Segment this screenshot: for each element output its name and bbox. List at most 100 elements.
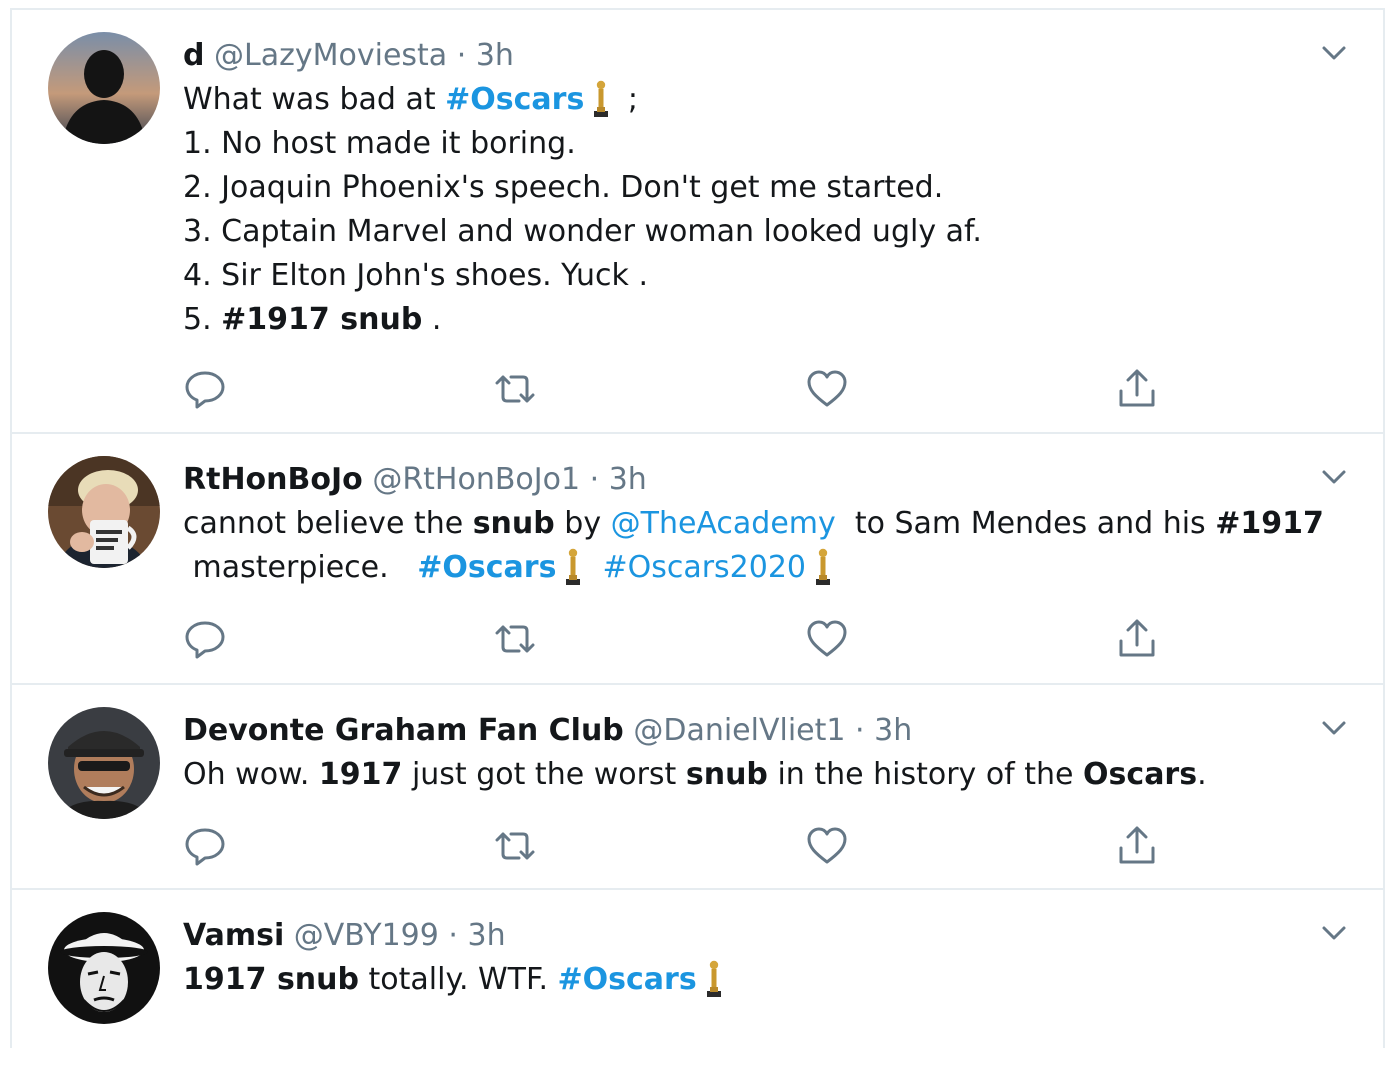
heart-icon: [807, 620, 847, 657]
tweet-body: Devonte Graham Fan Club @DanielVliet1 · …: [183, 709, 1343, 797]
tweet-text: Oh wow. 1917 just got the worst snub in …: [183, 753, 1343, 797]
tweet-actions: [12, 367, 1383, 411]
reply-button[interactable]: [183, 367, 227, 411]
tweet[interactable]: RtHonBoJo @RtHonBoJo1 · 3h cannot believ…: [12, 434, 1383, 685]
text-line: masterpiece. #Oscars #Oscars2020: [183, 546, 1343, 590]
avatar[interactable]: [48, 456, 160, 568]
text-run: ;: [618, 82, 638, 117]
chevron-down-icon[interactable]: [1319, 462, 1349, 492]
like-button[interactable]: [805, 824, 849, 868]
text-line: 4. Sir Elton John's shoes. Yuck .: [183, 258, 648, 293]
chevron-down-icon[interactable]: [1319, 713, 1349, 743]
tweet-actions: [12, 824, 1383, 868]
hashtag-link[interactable]: #Oscars: [417, 550, 556, 585]
avatar[interactable]: [48, 912, 160, 1024]
hashtag-link[interactable]: #Oscars: [445, 82, 584, 117]
text-run: by: [554, 506, 611, 541]
bold-text: 1917 snub: [183, 962, 359, 997]
share-icon: [1119, 826, 1155, 864]
tweet-body: Vamsi @VBY199 · 3h 1917 snub totally. WT…: [183, 914, 1343, 1002]
hashtag-link[interactable]: #Oscars2020: [602, 550, 806, 585]
user-handle[interactable]: @DanielVliet1: [633, 713, 845, 748]
retweet-icon: [495, 832, 535, 860]
text-line: cannot believe the snub by @TheAcademy t…: [183, 502, 1343, 546]
separator-dot: ·: [456, 38, 467, 73]
text-line: Oh wow. 1917 just got the worst snub in …: [183, 753, 1343, 797]
tweet-body: RtHonBoJo @RtHonBoJo1 · 3h cannot believ…: [183, 458, 1343, 590]
retweet-button[interactable]: [493, 367, 537, 411]
retweet-button[interactable]: [493, 824, 537, 868]
bold-text: snub: [472, 506, 555, 541]
tweet-text: cannot believe the snub by @TheAcademy t…: [183, 502, 1343, 590]
share-icon: [1119, 369, 1155, 407]
hashtag-link[interactable]: #Oscars: [558, 962, 697, 997]
trophy-icon: [566, 548, 581, 585]
text-run: masterpiece.: [183, 550, 418, 585]
display-name[interactable]: Vamsi: [183, 918, 284, 953]
text-run: What was bad at: [183, 82, 446, 117]
tweet-text: What was bad at #Oscars ; 1. No host mad…: [183, 78, 1343, 342]
text-run: 5.: [183, 302, 222, 337]
share-button[interactable]: [1115, 824, 1159, 868]
text-run: .: [1197, 757, 1207, 792]
tweet-header: Vamsi @VBY199 · 3h: [183, 914, 1343, 958]
user-handle[interactable]: @VBY199: [294, 918, 439, 953]
text-line: 2. Joaquin Phoenix's speech. Don't get m…: [183, 170, 944, 205]
tweet-timeline: d @LazyMoviesta · 3h What was bad at #Os…: [10, 8, 1385, 1048]
like-button[interactable]: [805, 367, 849, 411]
display-name[interactable]: Devonte Graham Fan Club: [183, 713, 624, 748]
text-line: 5. #1917 snub .: [183, 298, 1343, 342]
bold-text: #1917 snub: [221, 302, 423, 337]
user-handle[interactable]: @RtHonBoJo1: [372, 462, 580, 497]
text-line: 1917 snub totally. WTF. #Oscars: [183, 958, 1343, 1002]
share-icon: [1119, 619, 1155, 657]
text-line: What was bad at #Oscars ;: [183, 78, 1343, 122]
tweet-text: 1917 snub totally. WTF. #Oscars: [183, 958, 1343, 1002]
chevron-down-icon[interactable]: [1319, 38, 1349, 68]
trophy-icon: [816, 548, 831, 585]
share-button[interactable]: [1115, 367, 1159, 411]
text-run: .: [422, 302, 442, 337]
text-run: in the history of the: [767, 757, 1084, 792]
retweet-icon: [495, 375, 535, 403]
avatar[interactable]: [48, 707, 160, 819]
reply-icon: [185, 828, 225, 866]
avatar[interactable]: [48, 32, 160, 144]
reply-button[interactable]: [183, 824, 227, 868]
tweet-body: d @LazyMoviesta · 3h What was bad at #Os…: [183, 34, 1343, 342]
text-run: Oh wow.: [183, 757, 319, 792]
separator-dot: ·: [855, 713, 865, 748]
tweet[interactable]: Vamsi @VBY199 · 3h 1917 snub totally. WT…: [12, 890, 1383, 1090]
timestamp[interactable]: 3h: [467, 918, 505, 953]
tweet-header: d @LazyMoviesta · 3h: [183, 34, 1343, 78]
timestamp[interactable]: 3h: [874, 713, 912, 748]
reply-button[interactable]: [183, 617, 227, 661]
tweet-actions: [12, 617, 1383, 661]
text-run: cannot believe the: [183, 506, 473, 541]
retweet-button[interactable]: [493, 617, 537, 661]
display-name[interactable]: d: [183, 38, 204, 73]
text-run: just got the worst: [402, 757, 686, 792]
mention-link[interactable]: @TheAcademy: [611, 506, 836, 541]
heart-icon: [807, 370, 847, 407]
separator-dot: ·: [448, 918, 458, 953]
reply-icon: [185, 371, 225, 409]
display-name[interactable]: RtHonBoJo: [183, 462, 363, 497]
bold-text: #1917: [1215, 506, 1324, 541]
bold-text: Oscars: [1083, 757, 1198, 792]
bold-text: snub: [685, 757, 768, 792]
timestamp[interactable]: 3h: [609, 462, 647, 497]
text-run: to Sam Mendes and his: [835, 506, 1216, 541]
like-button[interactable]: [805, 617, 849, 661]
timestamp[interactable]: 3h: [476, 38, 514, 73]
user-handle[interactable]: @LazyMoviesta: [214, 38, 447, 73]
tweet[interactable]: d @LazyMoviesta · 3h What was bad at #Os…: [12, 10, 1383, 434]
tweet-header: RtHonBoJo @RtHonBoJo1 · 3h: [183, 458, 1343, 502]
text-line: 1. No host made it boring.: [183, 126, 576, 161]
chevron-down-icon[interactable]: [1319, 918, 1349, 948]
bold-text: 1917: [318, 757, 403, 792]
share-button[interactable]: [1115, 617, 1159, 661]
trophy-icon: [594, 80, 609, 117]
retweet-icon: [495, 625, 535, 653]
tweet[interactable]: Devonte Graham Fan Club @DanielVliet1 · …: [12, 685, 1383, 890]
